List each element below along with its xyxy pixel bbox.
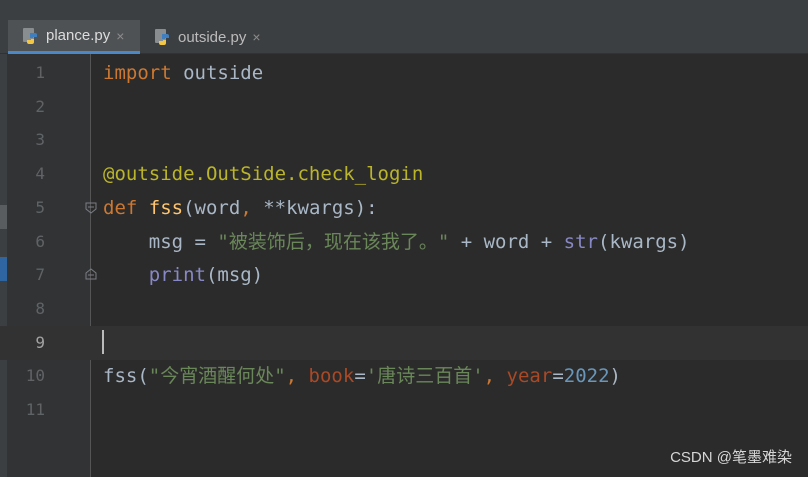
code-token: , (240, 196, 252, 219)
code-token: (msg) (205, 264, 264, 287)
code-token: year (506, 365, 553, 388)
line-number: 8 (35, 298, 45, 318)
code-line[interactable]: 2 (0, 90, 808, 124)
code-text: import outside (103, 56, 263, 90)
code-text: msg = "被装饰后，现在该我了。" + word + str(kwargs) (103, 225, 690, 259)
title-bar (0, 0, 808, 20)
line-number: 11 (25, 400, 45, 419)
code-line[interactable]: 1 import outside (0, 56, 808, 90)
line-number: 3 (35, 130, 45, 150)
code-token: fss( (103, 365, 149, 388)
code-token: ) (609, 365, 621, 388)
tab-label: plance.py (46, 27, 111, 44)
python-file-icon (23, 27, 37, 44)
text-caret (102, 330, 104, 354)
code-text: print(msg) (103, 258, 263, 292)
code-token: , (483, 365, 507, 388)
code-token: = (552, 365, 564, 388)
code-token: def (103, 196, 138, 219)
fold-open-icon[interactable] (85, 202, 97, 214)
code-token: msg = (103, 230, 218, 253)
code-text: @outside.OutSide.check_login (103, 157, 423, 191)
line-number: 2 (35, 96, 45, 116)
editor-tab-bar: plance.py × outside.py × (0, 20, 808, 54)
code-text: def fss(word, **kwargs): (103, 191, 378, 225)
line-number: 7 (35, 265, 45, 285)
code-token: 2022 (563, 365, 610, 388)
line-number: 6 (35, 231, 45, 251)
code-line[interactable]: 6 msg = "被装饰后，现在该我了。" + word + str(kwarg… (0, 225, 808, 259)
code-token: "今宵酒醒何处" (148, 365, 286, 388)
code-token: fss (148, 196, 184, 219)
python-file-icon (155, 29, 169, 45)
line-number: 10 (25, 366, 45, 386)
code-token: outside (171, 62, 264, 84)
code-token: (word (183, 196, 241, 219)
code-text: fss("今宵酒醒何处", book='唐诗三百首', year=2022) (103, 359, 621, 393)
fold-close-icon[interactable] (85, 268, 97, 280)
code-token: = (354, 365, 366, 388)
line-number: 9 (35, 332, 45, 352)
code-line[interactable]: 5 def fss(word, **kwargs): (0, 191, 808, 225)
code-token: , (285, 365, 309, 388)
code-token: str (563, 230, 598, 253)
tab-label: outside.py (178, 28, 247, 46)
code-token: "被装饰后，现在该我了。" (217, 230, 450, 253)
code-token: '唐诗三百首' (365, 365, 484, 388)
watermark: CSDN @笔墨难染 (670, 449, 792, 466)
code-token: print (148, 264, 206, 287)
code-line[interactable]: 7 print(msg) (0, 258, 808, 292)
code-line[interactable]: 10 fss("今宵酒醒何处", book='唐诗三百首', year=2022) (0, 359, 808, 393)
code-line[interactable]: 8 (0, 292, 808, 326)
tab-outside-py[interactable]: outside.py × (140, 20, 280, 54)
close-icon[interactable]: × (252, 29, 260, 45)
code-line[interactable]: 3 (0, 123, 808, 157)
close-icon[interactable]: × (116, 28, 124, 44)
tab-plance-py[interactable]: plance.py × (8, 20, 140, 54)
code-token: book (308, 365, 355, 388)
code-token: (kwargs) (598, 230, 690, 253)
code-token: + word + (449, 230, 564, 253)
code-token: **kwargs): (251, 196, 378, 219)
line-number: 4 (35, 164, 45, 184)
code-token: @outside.OutSide.check_login (103, 163, 424, 186)
code-line[interactable]: 4 @outside.OutSide.check_login (0, 157, 808, 191)
line-number: 1 (35, 63, 45, 82)
code-token: import (103, 62, 172, 84)
code-line[interactable]: 11 (0, 393, 808, 427)
code-line[interactable]: 9 (0, 325, 808, 360)
line-number: 5 (35, 197, 45, 217)
